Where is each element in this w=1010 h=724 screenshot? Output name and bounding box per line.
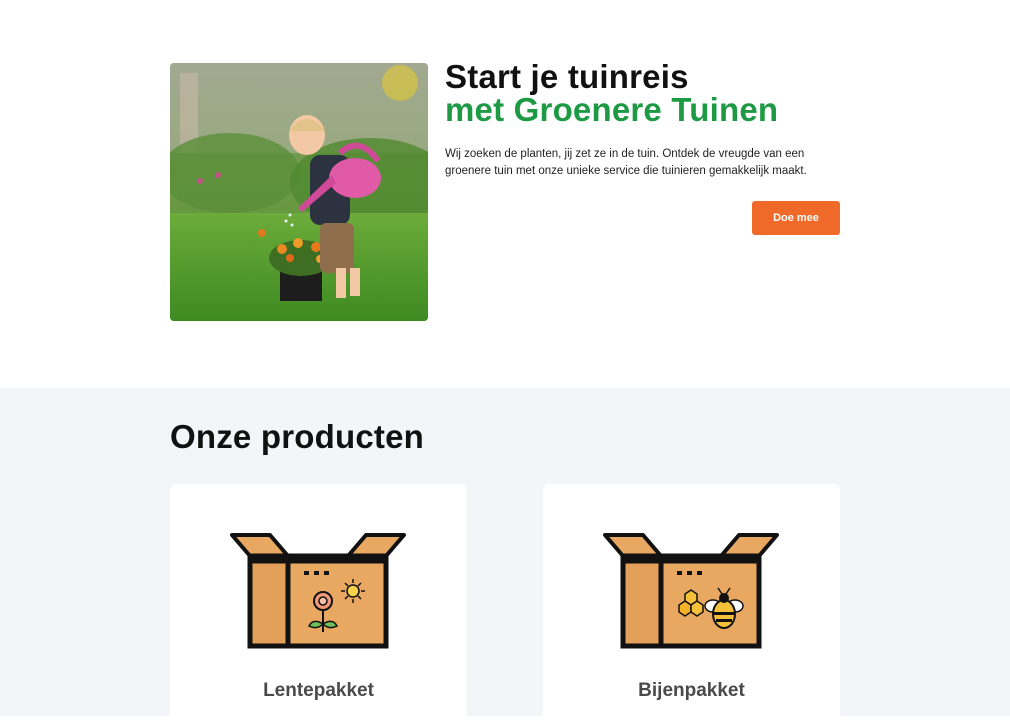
hero-title: Start je tuinreis met Groenere Tuinen xyxy=(445,60,845,126)
product-card-bijenpakket[interactable]: Bijenpakket xyxy=(543,484,840,724)
hero-image xyxy=(170,63,428,321)
hero-title-line2: met Groenere Tuinen xyxy=(445,91,779,128)
products-title: Onze producten xyxy=(170,418,424,455)
hero-title-line1: Start je tuinreis xyxy=(445,58,689,95)
hero-section: Start je tuinreis met Groenere Tuinen Wi… xyxy=(0,0,1010,388)
products-section: Onze producten Lentepakket Bijenpakket xyxy=(0,388,1010,724)
hero-description: Wij zoeken de planten, jij zet ze in de … xyxy=(445,148,807,177)
product-name: Lentepakket xyxy=(263,680,374,701)
box-honeycomb-bee-icon xyxy=(603,533,779,649)
product-card-lentepakket[interactable]: Lentepakket xyxy=(170,484,467,724)
product-name: Bijenpakket xyxy=(638,680,745,701)
box-flower-sun-icon xyxy=(230,533,406,649)
hero-text: Start je tuinreis met Groenere Tuinen Wi… xyxy=(445,60,845,180)
join-button[interactable]: Doe mee xyxy=(752,201,840,235)
